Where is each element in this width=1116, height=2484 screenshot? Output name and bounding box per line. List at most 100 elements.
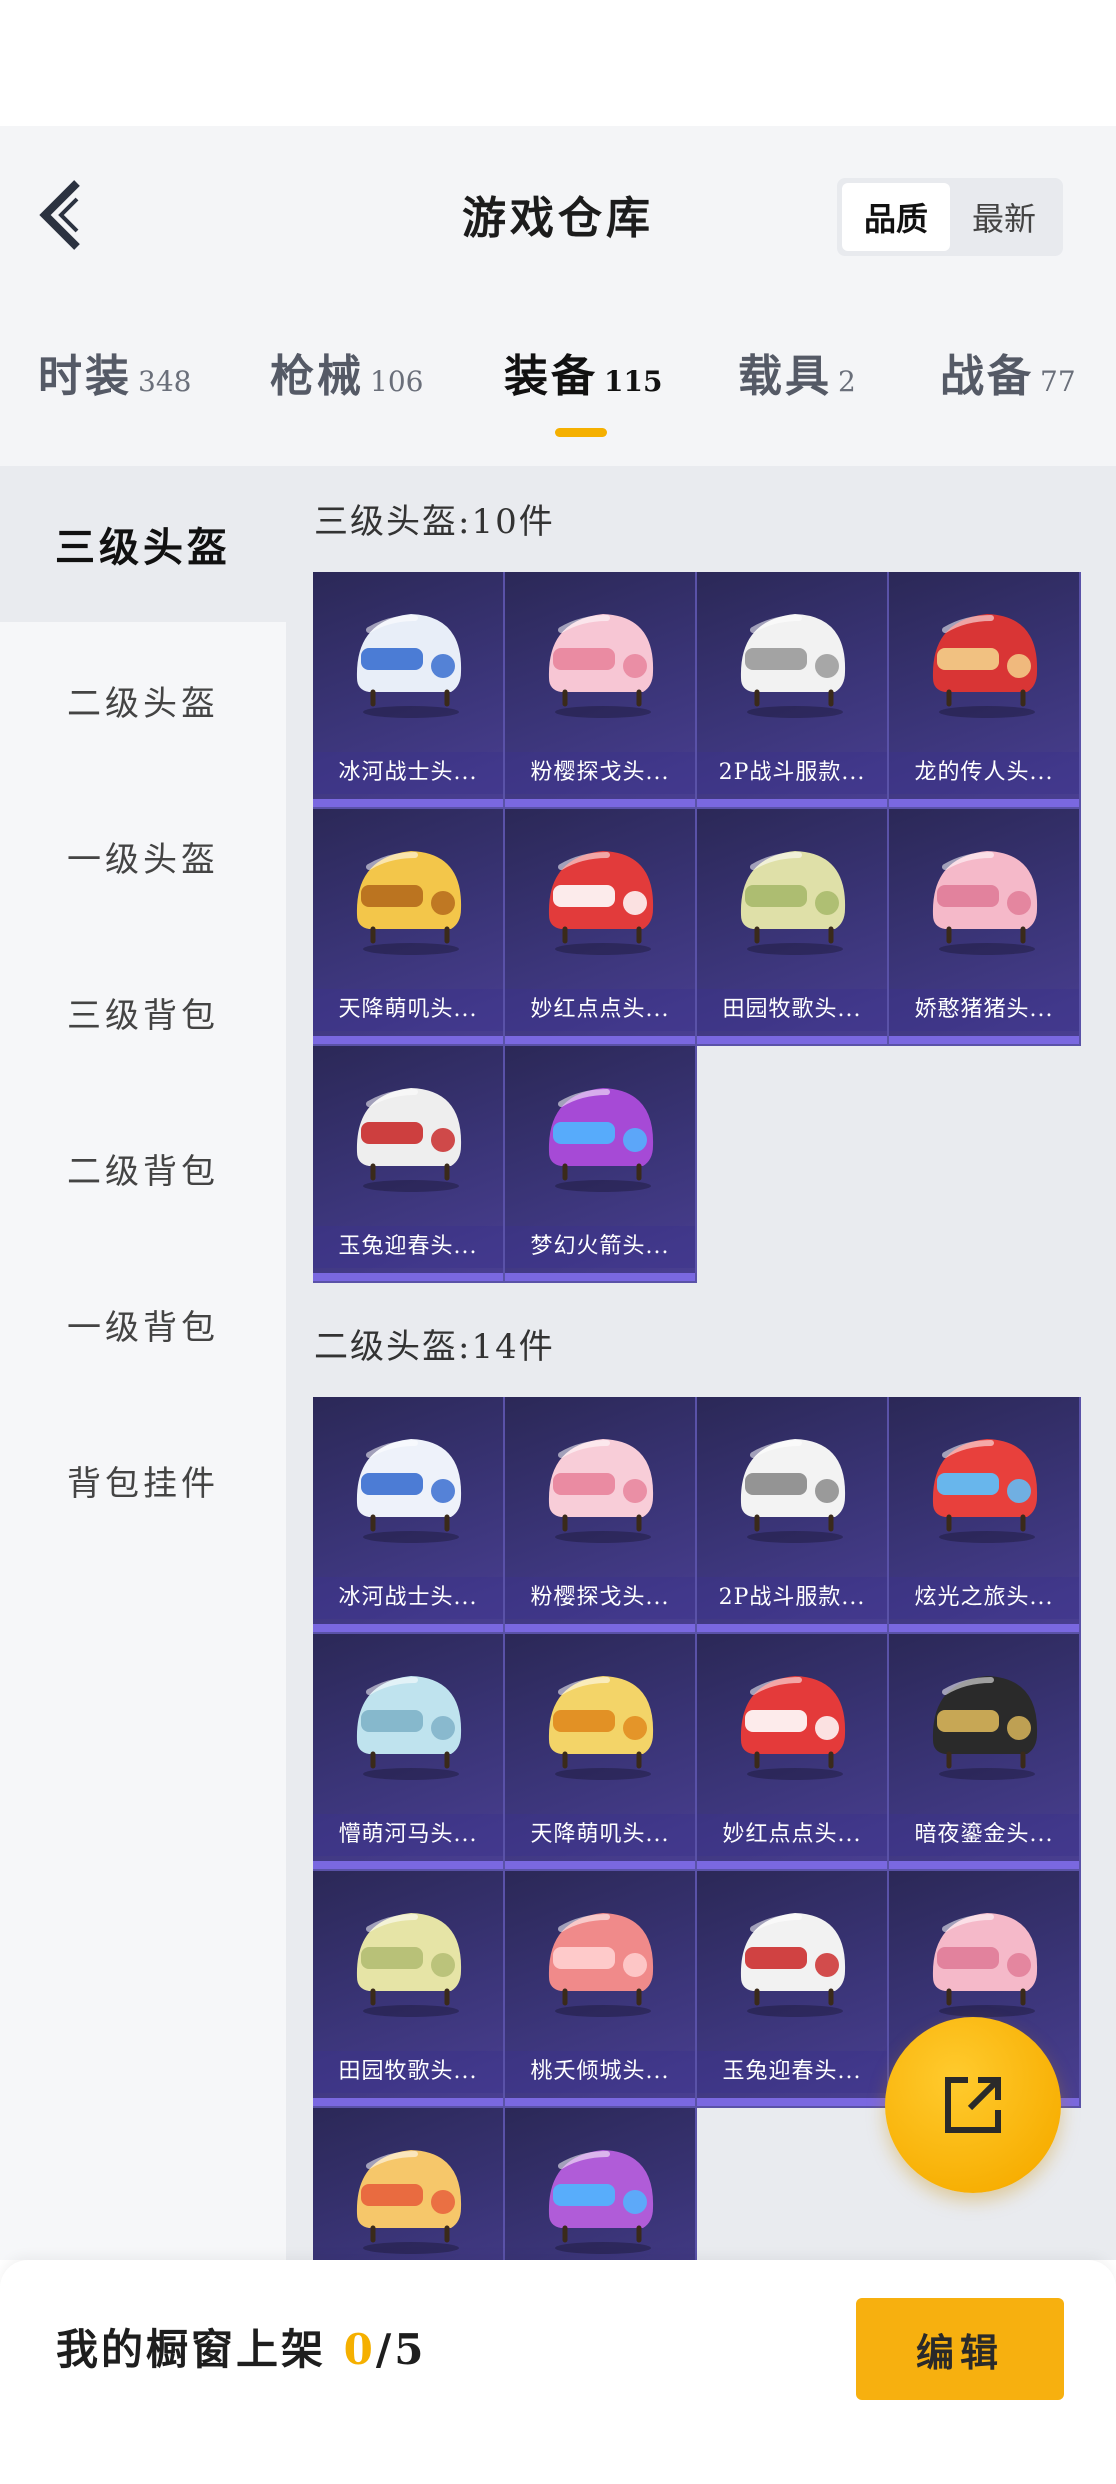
helmet-icon: [548, 1913, 654, 2017]
helmet-icon: [740, 1676, 846, 1780]
item-card[interactable]: 天降萌叽头...: [505, 1634, 697, 1871]
item-card[interactable]: 粉樱探戈头...: [505, 1397, 697, 1634]
sidebar-item-level1-helmet[interactable]: 一级头盔: [0, 778, 286, 934]
section-title: 三级头盔:10件: [314, 502, 555, 542]
item-name: 妙红点点头...: [697, 1814, 887, 1856]
helmet-icon: [548, 614, 654, 718]
item-name: 桃夭倾城头...: [505, 2051, 695, 2093]
tab-label: 时装: [38, 351, 132, 402]
helmet-icon: [740, 614, 846, 718]
item-name: 懵萌河马头...: [313, 1814, 503, 1856]
item-card[interactable]: 冰河战士头...: [313, 572, 505, 809]
item-card[interactable]: 懵萌河马头...: [313, 1634, 505, 1871]
sidebar-item-level1-backpack[interactable]: 一级背包: [0, 1246, 286, 1402]
item-name: 天降萌叽头...: [505, 1814, 695, 1856]
section-title: 二级头盔:14件: [314, 1327, 555, 1367]
showcase-label: 我的橱窗上架: [56, 2325, 327, 2374]
tab-count: 2: [838, 365, 856, 398]
share-icon: [945, 2077, 1001, 2133]
item-name: 妙红点点头...: [505, 989, 695, 1031]
tab-supplies[interactable]: 战备 77: [940, 340, 1076, 440]
item-name: 2P战斗服款...: [697, 1577, 887, 1619]
helmet-icon: [548, 851, 654, 955]
helmet-icon: [356, 851, 462, 955]
item-card[interactable]: 玉兔迎春头...: [313, 1046, 505, 1283]
item-card[interactable]: 2P战斗服款...: [697, 572, 889, 809]
tab-count: 348: [138, 365, 192, 398]
tab-count: 115: [604, 365, 663, 398]
sort-quality-button[interactable]: 品质: [842, 183, 950, 251]
helmet-icon: [548, 1439, 654, 1543]
tab-equipment[interactable]: 装备 115: [504, 340, 662, 440]
tab-vehicles[interactable]: 载具 2: [738, 340, 856, 440]
item-card[interactable]: 梦幻火箭头...: [505, 1046, 697, 1283]
helmet-icon: [740, 851, 846, 955]
helmet-icon: [932, 1913, 1038, 2017]
showcase-total-count: /5: [375, 2325, 427, 2374]
sidebar-item-level3-backpack[interactable]: 三级背包: [0, 934, 286, 1090]
tab-count: 106: [370, 365, 424, 398]
showcase-current-count: 0: [343, 2325, 376, 2374]
helmet-icon: [932, 1439, 1038, 1543]
item-card[interactable]: 妙红点点头...: [697, 1634, 889, 1871]
tab-label: 战备: [940, 351, 1034, 402]
helmet-icon: [356, 2150, 462, 2254]
helmet-icon: [356, 1676, 462, 1780]
share-button[interactable]: [885, 2017, 1061, 2193]
item-card[interactable]: 龙的传人头...: [889, 572, 1081, 809]
item-name: 娇憨猪猪头...: [889, 989, 1079, 1031]
item-card[interactable]: 娇憨猪猪头...: [889, 809, 1081, 1046]
helmet-icon: [548, 1088, 654, 1192]
item-card[interactable]: 炫光之旅头...: [889, 1397, 1081, 1634]
item-card[interactable]: [313, 2108, 505, 2260]
helmet-icon: [932, 614, 1038, 718]
helmet-icon: [356, 614, 462, 718]
item-card[interactable]: 粉樱探戈头...: [505, 572, 697, 809]
item-card[interactable]: 田园牧歌头...: [697, 809, 889, 1046]
sidebar-item-level2-backpack[interactable]: 二级背包: [0, 1090, 286, 1246]
item-card[interactable]: 暗夜鎏金头...: [889, 1634, 1081, 1871]
showcase-status: 我的橱窗上架 0/5: [56, 2316, 426, 2377]
item-card[interactable]: 冰河战士头...: [313, 1397, 505, 1634]
item-name: 天降萌叽头...: [313, 989, 503, 1031]
edit-button[interactable]: 编辑: [856, 2298, 1064, 2400]
item-grid-area: 三级头盔:10件 冰河战士头... 粉樱探戈头... 2P战斗服款... 龙的传人头.…: [286, 466, 1116, 2260]
item-card[interactable]: 2P战斗服款...: [697, 1397, 889, 1634]
item-name: 梦幻火箭头...: [505, 1226, 695, 1268]
item-name: 2P战斗服款...: [697, 752, 887, 794]
item-name: 冰河战士头...: [313, 752, 503, 794]
item-name: 田园牧歌头...: [697, 989, 887, 1031]
item-name: 粉樱探戈头...: [505, 1577, 695, 1619]
tab-weapons[interactable]: 枪械 106: [270, 340, 423, 440]
helmet-icon: [932, 851, 1038, 955]
tab-fashion[interactable]: 时装 348: [38, 340, 191, 440]
item-name: 玉兔迎春头...: [313, 1226, 503, 1268]
sidebar-item-backpack-charm[interactable]: 背包挂件: [0, 1402, 286, 1558]
item-card[interactable]: 田园牧歌头...: [313, 1871, 505, 2108]
helmet-icon: [356, 1088, 462, 1192]
helmet-icon: [740, 1439, 846, 1543]
helmet-icon: [740, 1913, 846, 2017]
sidebar-item-level3-helmet[interactable]: 三级头盔: [0, 466, 286, 622]
item-card[interactable]: [505, 2108, 697, 2260]
item-card[interactable]: 妙红点点头...: [505, 809, 697, 1046]
sort-newest-button[interactable]: 最新: [950, 183, 1058, 251]
helmet-icon: [548, 2150, 654, 2254]
item-name: 炫光之旅头...: [889, 1577, 1079, 1619]
helmet-icon: [548, 1676, 654, 1780]
item-name: 田园牧歌头...: [313, 2051, 503, 2093]
item-card[interactable]: 桃夭倾城头...: [505, 1871, 697, 2108]
tab-count: 77: [1040, 365, 1076, 398]
helmet-icon: [356, 1913, 462, 2017]
sort-toggle: 品质 最新: [837, 178, 1063, 256]
item-card[interactable]: 玉兔迎春头...: [697, 1871, 889, 2108]
tab-label: 枪械: [270, 351, 364, 402]
item-name: 冰河战士头...: [313, 1577, 503, 1619]
tab-label: 载具: [738, 351, 832, 402]
active-tab-indicator: [555, 428, 607, 437]
status-bar-area: [0, 0, 1116, 126]
helmet-icon: [932, 1676, 1038, 1780]
item-card[interactable]: 天降萌叽头...: [313, 809, 505, 1046]
helmet-icon: [356, 1439, 462, 1543]
sidebar-item-level2-helmet[interactable]: 二级头盔: [0, 622, 286, 778]
